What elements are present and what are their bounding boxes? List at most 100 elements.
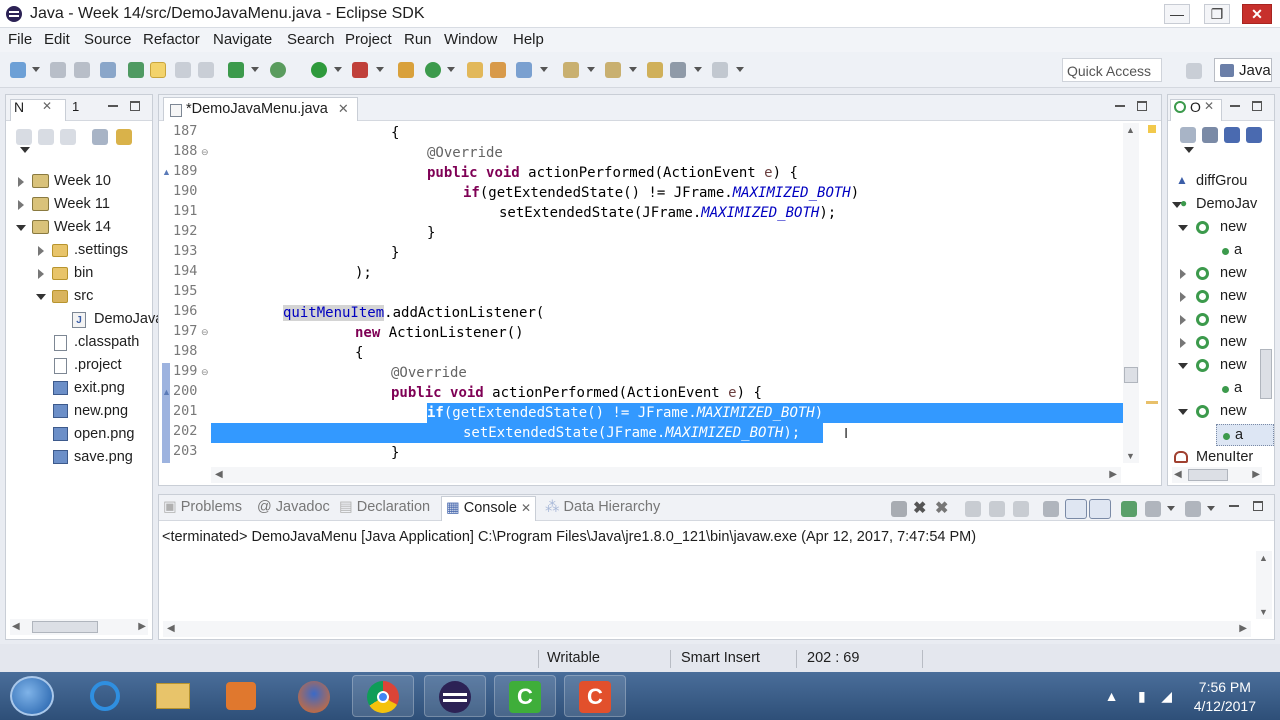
- chevron-down-icon[interactable]: [694, 67, 702, 72]
- expand-icon[interactable]: [18, 200, 24, 210]
- maximize-icon[interactable]: [1253, 501, 1263, 511]
- new-console-icon[interactable]: [1185, 501, 1201, 517]
- view-menu-icon[interactable]: [1184, 147, 1194, 153]
- pin-console-icon[interactable]: [1043, 501, 1059, 517]
- chevron-down-icon[interactable]: [447, 67, 455, 72]
- fold-icon[interactable]: ⊖: [201, 147, 209, 158]
- tab-javadoc[interactable]: @ Javadoc: [257, 499, 330, 515]
- chevron-down-icon[interactable]: [376, 67, 384, 72]
- vertical-scrollbar[interactable]: ▲ ▼: [1256, 551, 1272, 619]
- external-tools-icon[interactable]: [352, 62, 368, 78]
- horizontal-scrollbar[interactable]: ◀ ▶: [211, 467, 1121, 483]
- new-java-project-icon[interactable]: [398, 62, 414, 78]
- tab-type-hierarchy[interactable]: 1: [72, 99, 79, 114]
- expand-icon[interactable]: [1180, 292, 1186, 302]
- chevron-down-icon[interactable]: [251, 67, 259, 72]
- show-stderr-icon[interactable]: [1089, 499, 1111, 519]
- scroll-thumb[interactable]: [32, 621, 98, 633]
- outline-item-selected[interactable]: a: [1216, 424, 1274, 446]
- maximize-icon[interactable]: [1252, 101, 1262, 111]
- tab-console[interactable]: ▦ Console ✕: [441, 496, 537, 521]
- up-icon[interactable]: [60, 129, 76, 145]
- horizontal-scrollbar[interactable]: ◀ ▶: [163, 621, 1251, 637]
- vertical-scrollbar[interactable]: ▲ ▼: [1123, 123, 1139, 463]
- maximize-icon[interactable]: [130, 101, 140, 111]
- scroll-down-icon[interactable]: ▼: [1126, 451, 1135, 461]
- link-with-editor-icon[interactable]: [116, 129, 132, 145]
- scroll-down-icon[interactable]: ▼: [1259, 607, 1268, 617]
- open-type-icon[interactable]: [467, 62, 483, 78]
- fold-icon[interactable]: ⊖: [201, 327, 209, 338]
- menu-help[interactable]: Help: [513, 31, 544, 48]
- chevron-down-icon[interactable]: [736, 67, 744, 72]
- scroll-left-icon[interactable]: ◀: [215, 469, 223, 480]
- minimize-icon[interactable]: [1115, 101, 1125, 111]
- tab-data-hierarchy[interactable]: ⁂ Data Hierarchy: [545, 499, 660, 515]
- menu-file[interactable]: File: [8, 31, 32, 48]
- previous-annotation-icon[interactable]: [605, 62, 621, 78]
- show-stdout-icon[interactable]: [1065, 499, 1087, 519]
- java-perspective-button[interactable]: Java: [1214, 58, 1272, 82]
- scroll-up-icon[interactable]: ▲: [1259, 553, 1268, 563]
- scroll-thumb[interactable]: [1260, 349, 1272, 399]
- menu-project[interactable]: Project: [345, 31, 392, 48]
- save-icon[interactable]: [50, 62, 66, 78]
- menu-source[interactable]: Source: [84, 31, 132, 48]
- warning-marker[interactable]: [1148, 125, 1156, 133]
- minimize-icon[interactable]: [1229, 501, 1239, 511]
- minimize-icon[interactable]: [1230, 101, 1240, 111]
- menu-edit[interactable]: Edit: [44, 31, 70, 48]
- scroll-left-icon[interactable]: ◀: [12, 621, 20, 632]
- new-icon[interactable]: [10, 62, 26, 78]
- taskbar-eclipse[interactable]: [424, 675, 486, 717]
- minimize-button[interactable]: —: [1164, 4, 1190, 24]
- tab-problems[interactable]: ▣ Problems: [163, 499, 242, 515]
- collapse-icon[interactable]: [1178, 363, 1188, 369]
- chevron-down-icon[interactable]: [1167, 506, 1175, 511]
- open-console-icon[interactable]: [1121, 501, 1137, 517]
- show-hidden-icons-icon[interactable]: ▲: [1105, 688, 1119, 704]
- close-icon[interactable]: ✕: [42, 99, 52, 113]
- menu-refactor[interactable]: Refactor: [143, 31, 200, 48]
- tab-declaration[interactable]: ▤ Declaration: [339, 499, 430, 515]
- chevron-down-icon[interactable]: [540, 67, 548, 72]
- minimize-icon[interactable]: [108, 101, 118, 111]
- overview-ruler[interactable]: [1145, 123, 1159, 463]
- back-icon[interactable]: [670, 62, 686, 78]
- last-edit-icon[interactable]: [647, 62, 663, 78]
- maximize-button[interactable]: ❐: [1204, 4, 1230, 24]
- save-all-icon[interactable]: [74, 62, 90, 78]
- start-button[interactable]: [10, 676, 54, 716]
- terminate-icon[interactable]: [891, 501, 907, 517]
- expand-icon[interactable]: [18, 177, 24, 187]
- expand-icon[interactable]: [1180, 315, 1186, 325]
- menu-navigate[interactable]: Navigate: [213, 31, 272, 48]
- menu-search[interactable]: Search: [287, 31, 335, 48]
- taskbar-internet-explorer[interactable]: [74, 675, 136, 717]
- view-menu-icon[interactable]: [20, 147, 30, 153]
- horizontal-scrollbar[interactable]: ◀ ▶: [10, 619, 148, 635]
- scroll-thumb[interactable]: [1188, 469, 1228, 481]
- scroll-lock-icon[interactable]: [989, 501, 1005, 517]
- chevron-down-icon[interactable]: [32, 67, 40, 72]
- open-perspective-icon[interactable]: [1186, 63, 1202, 79]
- close-button[interactable]: ✕: [1242, 4, 1272, 24]
- word-wrap-icon[interactable]: [1013, 501, 1029, 517]
- forward-icon[interactable]: [712, 62, 728, 78]
- forward-icon[interactable]: [38, 129, 54, 145]
- chevron-down-icon[interactable]: [587, 67, 595, 72]
- whitespace-icon[interactable]: [198, 62, 214, 78]
- run-icon[interactable]: [311, 62, 327, 78]
- search-icon[interactable]: [516, 62, 532, 78]
- network-signal-icon[interactable]: ◢: [1161, 688, 1172, 704]
- maximize-icon[interactable]: [1137, 101, 1147, 111]
- collapse-icon[interactable]: [16, 225, 26, 231]
- scroll-up-icon[interactable]: ▲: [1126, 125, 1135, 135]
- quick-access-input[interactable]: Quick Access: [1062, 58, 1162, 82]
- remove-all-icon[interactable]: ✖: [935, 498, 948, 518]
- expand-icon[interactable]: [38, 246, 44, 256]
- chevron-down-icon[interactable]: [334, 67, 342, 72]
- debug-bug-icon[interactable]: [270, 62, 286, 78]
- clear-console-icon[interactable]: [965, 501, 981, 517]
- new-class-icon[interactable]: [425, 62, 441, 78]
